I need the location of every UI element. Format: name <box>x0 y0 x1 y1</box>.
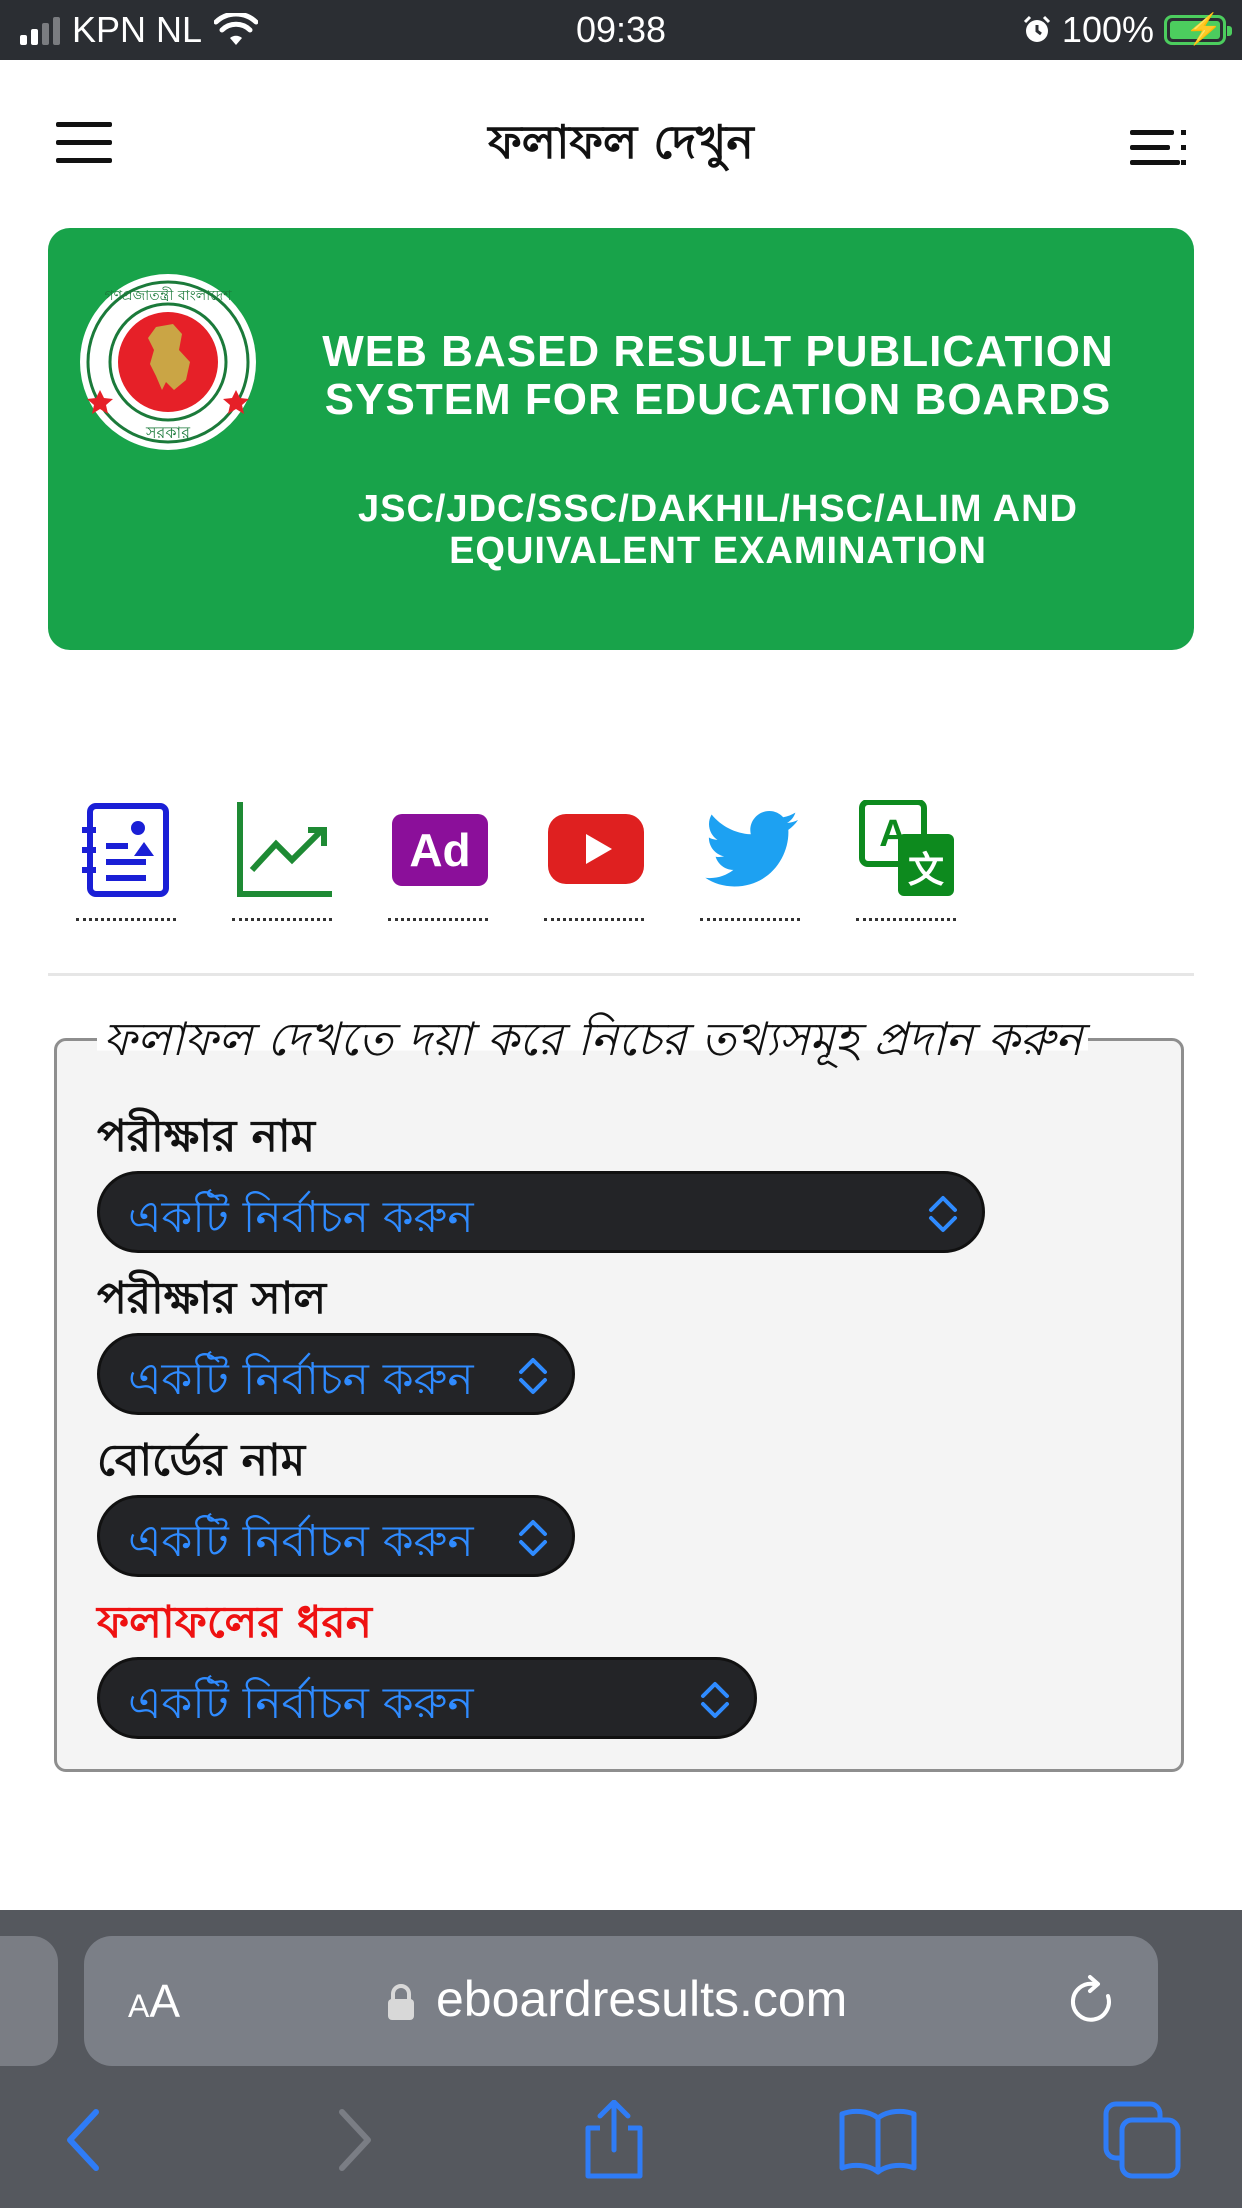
aa-small: A <box>128 1988 150 2024</box>
alarm-clock-icon <box>1023 15 1050 42</box>
select-chevron-icon <box>519 1520 547 1556</box>
quick-link-youtube[interactable] <box>544 800 644 925</box>
exam-year-select-value: একটি নির্বাচন করুন <box>128 1354 474 1405</box>
reader-aa-button[interactable]: AA <box>128 1974 180 2028</box>
previous-tab-preview[interactable] <box>0 1936 58 2066</box>
government-seal-icon: গণপ্রজাতন্ত্রী বাংলাদেশ সরকার <box>80 274 256 450</box>
battery-icon: ⚡ <box>1164 13 1232 46</box>
app-header: ফলাফল দেখুন <box>0 60 1242 230</box>
lock-icon <box>388 1984 414 2020</box>
result-sheet-icon <box>82 803 169 897</box>
browser-bottom-bar: AA eboardresults.com <box>0 1910 1242 2208</box>
translate-icon-b: 文 <box>908 850 944 891</box>
quick-link-statistics[interactable] <box>232 800 332 925</box>
quick-link-ads[interactable]: Ad <box>388 800 488 925</box>
select-chevron-icon <box>519 1358 547 1394</box>
quick-link-result-sheet[interactable] <box>76 800 176 925</box>
banner-title-line1: WEB BASED RESULT PUBLICATION <box>322 327 1114 376</box>
list-menu-icon[interactable] <box>1130 130 1186 166</box>
board-name-label: বোর্ডের নাম <box>97 1435 306 1486</box>
board-name-select[interactable]: একটি নির্বাচন করুন <box>97 1495 575 1577</box>
result-type-select-value: একটি নির্বাচন করুন <box>128 1678 474 1729</box>
battery-percent: 100% <box>1061 9 1154 50</box>
share-icon[interactable] <box>574 2100 654 2180</box>
quick-link-translate[interactable]: A 文 <box>856 800 956 925</box>
header-banner: গণপ্রজাতন্ত্রী বাংলাদেশ সরকার WEB BASED … <box>48 228 1194 650</box>
banner-subtitle-line2: EQUIVALENT EXAMINATION <box>449 530 987 572</box>
ad-icon-label: Ad <box>409 824 470 876</box>
aa-big: A <box>149 1975 181 2027</box>
trend-chart-icon <box>237 802 332 897</box>
select-chevron-icon <box>929 1196 957 1232</box>
youtube-icon <box>548 814 644 884</box>
back-chevron-icon[interactable] <box>48 2100 128 2180</box>
result-type-select[interactable]: একটি নির্বাচন করুন <box>97 1657 757 1739</box>
ad-icon: Ad <box>392 814 488 886</box>
banner-title-line2: SYSTEM FOR EDUCATION BOARDS <box>324 375 1112 424</box>
exam-name-select[interactable]: একটি নির্বাচন করুন <box>97 1171 985 1253</box>
banner-subtitle-line1: JSC/JDC/SSC/DAKHIL/HSC/ALIM AND <box>358 488 1078 530</box>
result-search-form: ফলাফল দেখতে দয়া করে নিচের তথ্যসমূহ প্রদ… <box>54 1005 1184 1772</box>
quick-link-twitter[interactable] <box>700 800 800 925</box>
status-right: 100% ⚡ <box>1022 8 1232 52</box>
exam-name-label: পরীক্ষার নাম <box>97 1111 316 1162</box>
status-bar: KPN NL 09:38 100% ⚡ <box>0 0 1242 60</box>
quick-links-row: Ad A 文 <box>76 800 976 925</box>
exam-name-select-value: একটি নির্বাচন করুন <box>128 1192 474 1243</box>
forward-chevron-icon[interactable] <box>310 2100 390 2180</box>
banner-subtitle: JSC/JDC/SSC/DAKHIL/HSC/ALIM AND EQUIVALE… <box>278 488 1158 572</box>
select-chevron-icon <box>701 1682 729 1718</box>
section-divider <box>48 973 1194 976</box>
url-text: eboardresults.com <box>436 1971 848 2027</box>
exam-year-label: পরীক্ষার সাল <box>97 1273 327 1324</box>
translate-icon: A 文 <box>859 800 954 896</box>
seal-text-top: গণপ্রজাতন্ত্রী বাংলাদেশ <box>105 287 233 304</box>
result-type-label: ফলাফলের ধরন <box>97 1597 372 1648</box>
bookmarks-book-icon[interactable] <box>838 2100 918 2180</box>
banner-title: WEB BASED RESULT PUBLICATION SYSTEM FOR … <box>278 328 1158 424</box>
form-legend: ফলাফল দেখতে দয়া করে নিচের তথ্যসমূহ প্রদ… <box>97 1005 1089 1081</box>
reload-icon[interactable] <box>1068 1974 1120 2030</box>
seal-text-bottom: সরকার <box>145 423 191 442</box>
board-name-select-value: একটি নির্বাচন করুন <box>128 1516 474 1567</box>
twitter-bird-icon <box>705 811 798 887</box>
address-bar[interactable]: AA eboardresults.com <box>84 1936 1158 2066</box>
tabs-icon[interactable] <box>1102 2100 1182 2180</box>
browser-toolbar <box>0 2100 1242 2200</box>
exam-year-select[interactable]: একটি নির্বাচন করুন <box>97 1333 575 1415</box>
page-title: ফলাফল দেখুন <box>488 115 754 169</box>
